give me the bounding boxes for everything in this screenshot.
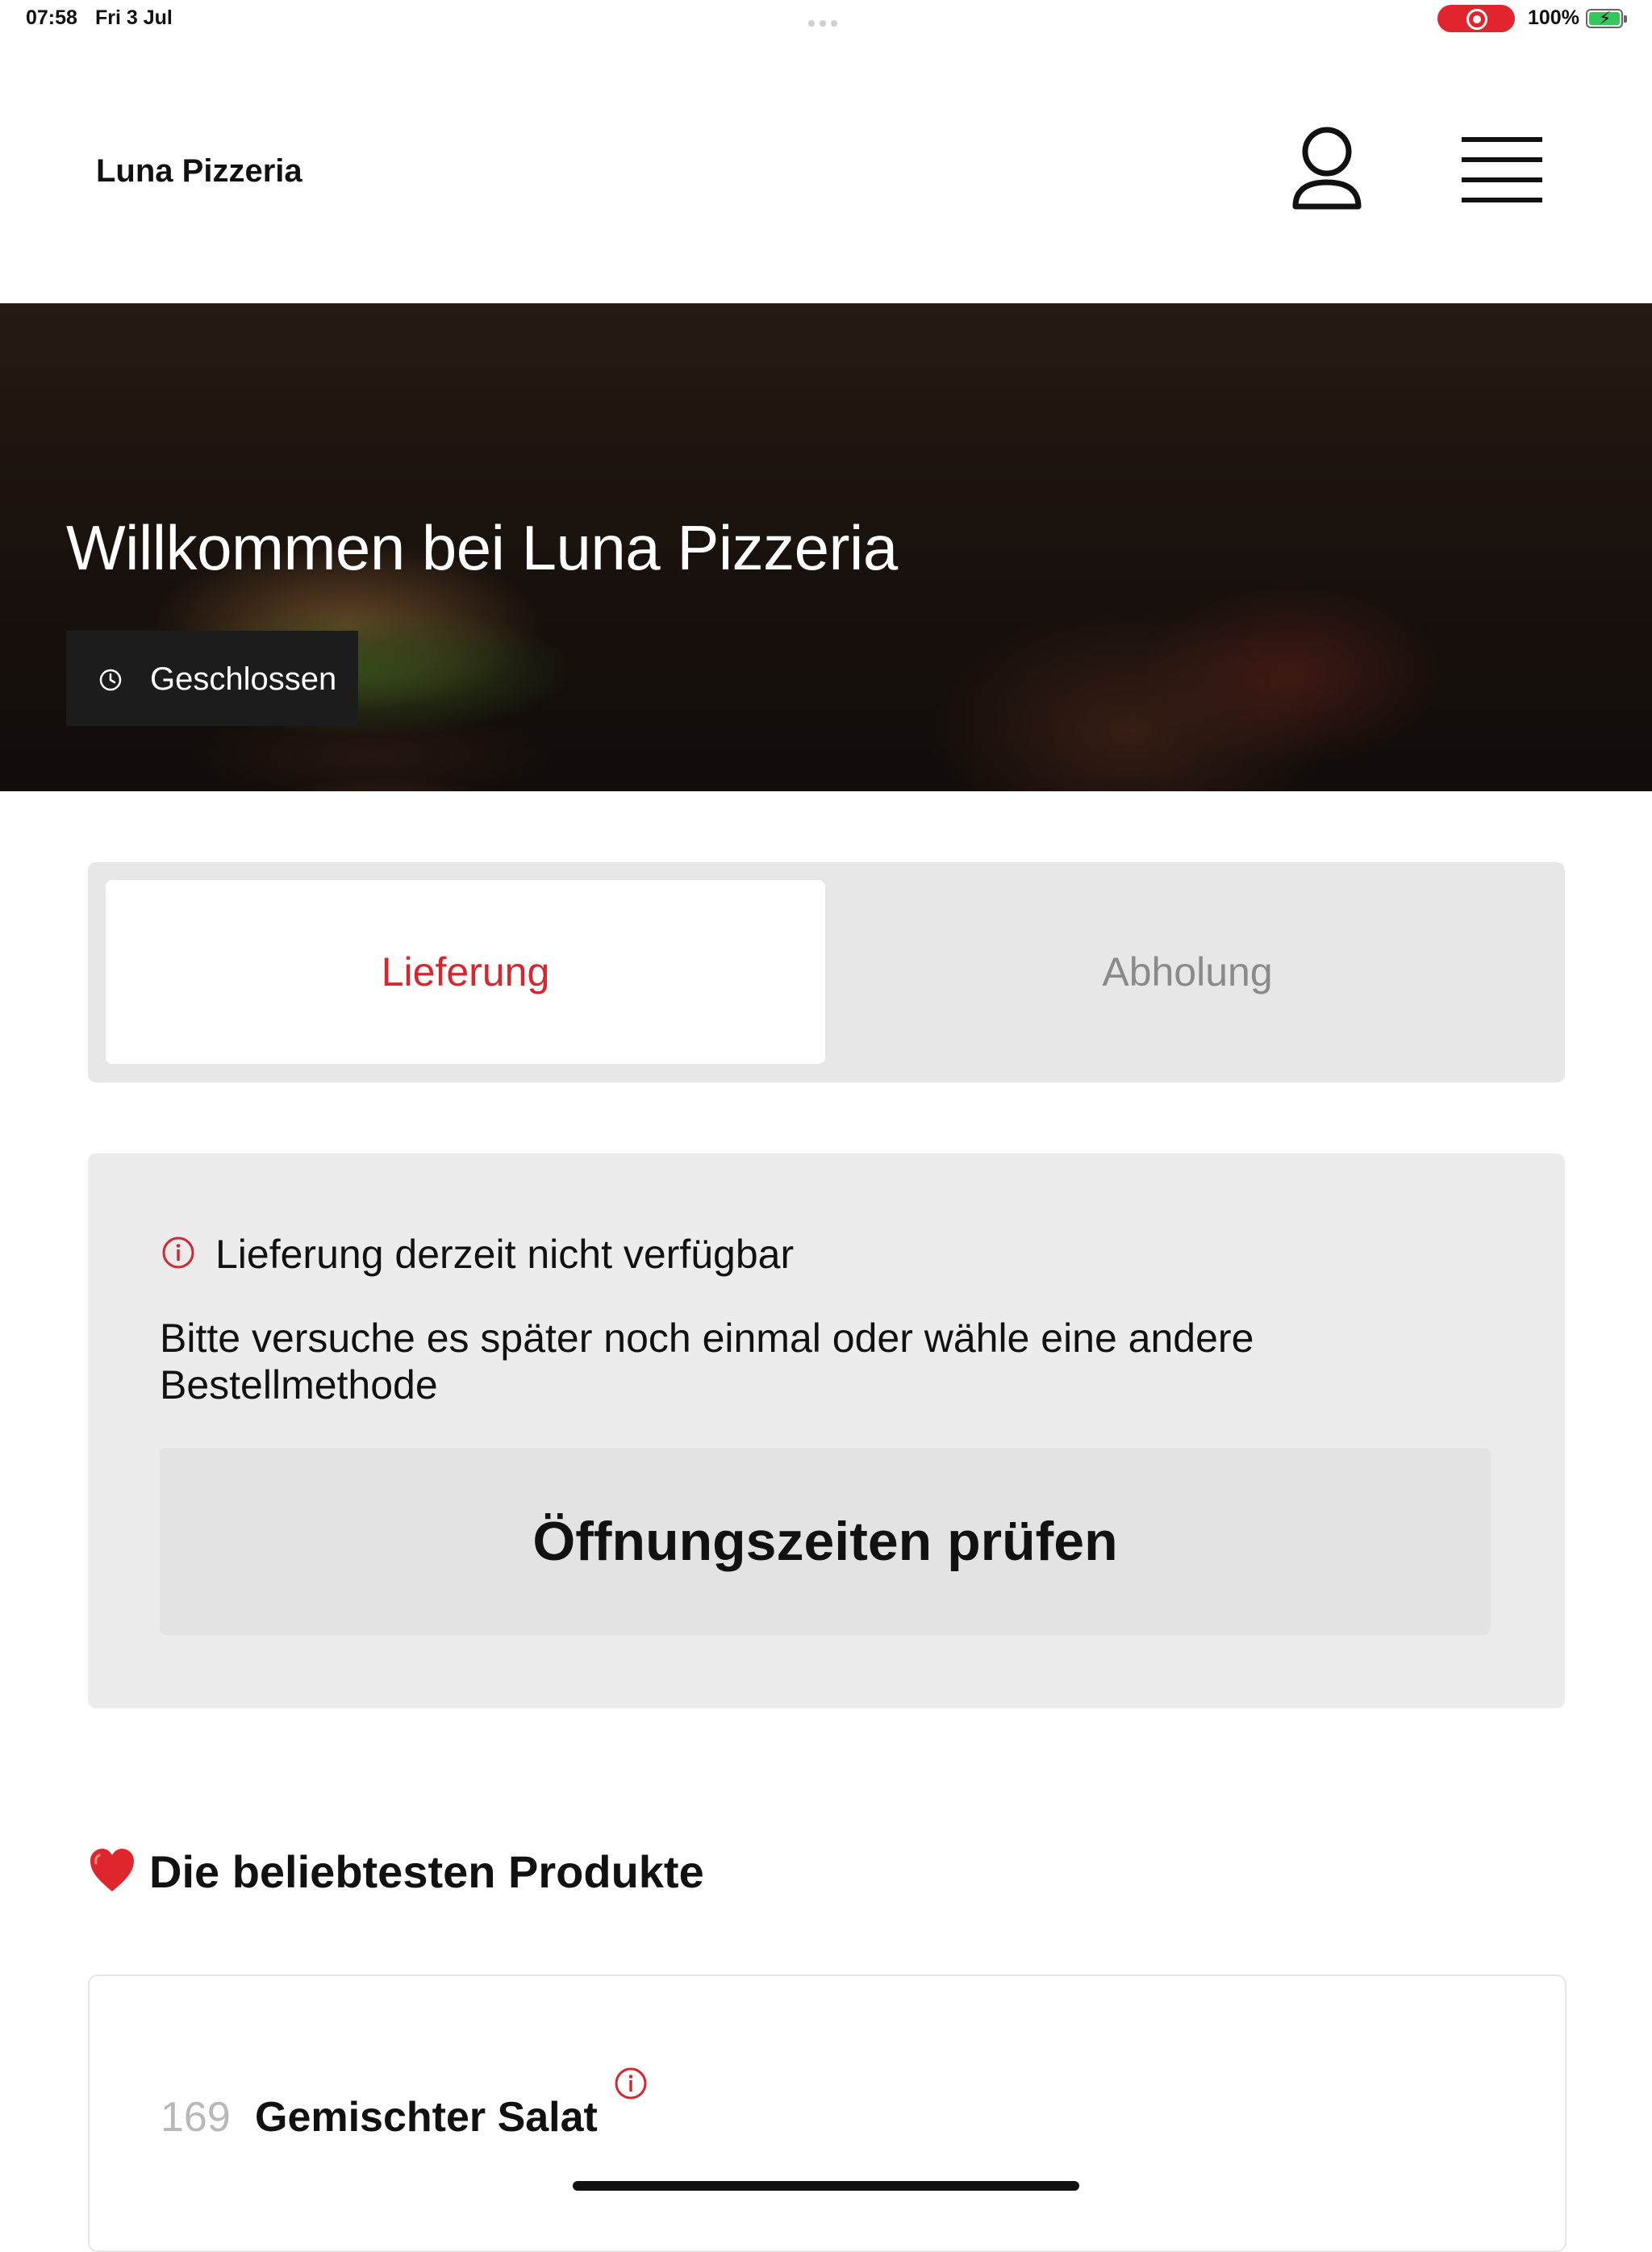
multitasking-dots-icon[interactable] — [808, 16, 844, 27]
product-name: Gemischter Salat — [255, 2094, 598, 2141]
popular-products-heading: Die beliebtesten Produkte — [88, 1845, 704, 1898]
status-time: 07:58 — [26, 6, 77, 29]
tab-abholung[interactable]: Abholung — [828, 880, 1547, 1064]
tab-lieferung[interactable]: Lieferung — [106, 880, 825, 1064]
screen-recording-icon[interactable] — [1437, 5, 1515, 32]
product-number: 169 — [161, 2094, 231, 2141]
status-bar: 07:58 Fri 3 Jul 100% ⚡ — [0, 0, 1652, 39]
home-indicator[interactable] — [573, 2181, 1079, 2191]
brand-title[interactable]: Luna Pizzeria — [96, 153, 302, 190]
info-icon — [162, 1237, 194, 1269]
clock-icon — [99, 669, 122, 691]
menu-icon — [1462, 137, 1542, 202]
notice-title: Lieferung derzeit nicht verfügbar — [215, 1232, 795, 1277]
battery-icon: ⚡ — [1586, 8, 1627, 28]
product-card[interactable]: 169 Gemischter Salat — [88, 1975, 1566, 2252]
popular-products-title: Die beliebtesten Produkte — [149, 1846, 704, 1897]
user-icon — [1292, 127, 1362, 210]
opening-status-badge: Geschlossen — [66, 631, 358, 726]
account-button[interactable] — [1291, 126, 1363, 215]
order-method-tabs: Lieferung Abholung — [88, 862, 1565, 1082]
notice-text: Bitte versuche es später noch einmal ode… — [160, 1316, 1254, 1408]
delivery-unavailable-notice: Lieferung derzeit nicht verfügbar Bitte … — [88, 1153, 1565, 1708]
check-opening-hours-button[interactable]: Öffnungszeiten prüfen — [160, 1448, 1491, 1635]
heart-icon — [90, 1849, 134, 1891]
status-badge-label: Geschlossen — [150, 661, 337, 697]
battery-percentage: 100% — [1528, 6, 1579, 29]
menu-button[interactable] — [1462, 136, 1542, 205]
hero-banner: Willkommen bei Luna Pizzeria Geschlossen — [0, 303, 1652, 791]
info-icon[interactable] — [614, 2066, 648, 2100]
status-date: Fri 3 Jul — [95, 6, 173, 29]
hero-title: Willkommen bei Luna Pizzeria — [66, 512, 898, 583]
